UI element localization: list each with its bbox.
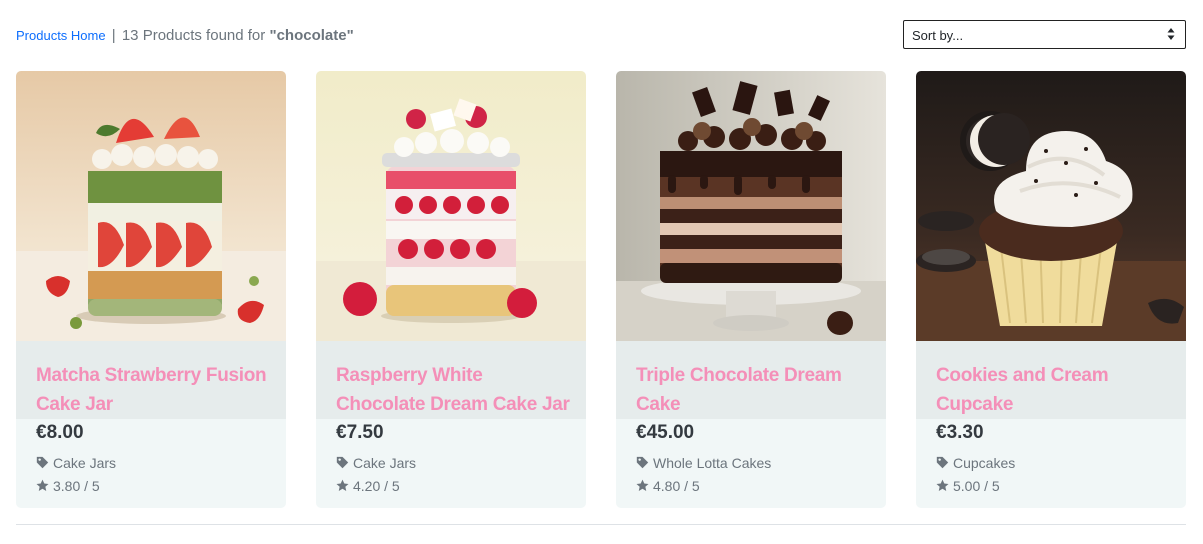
product-card[interactable]: Cookies and Cream Cupcake €3.30 Cupcakes…	[916, 71, 1186, 508]
product-search-page: Products Home | 13 Products found for "c…	[0, 0, 1203, 544]
breadcrumb-separator: |	[111, 27, 116, 44]
products-home-link[interactable]: Products Home	[16, 28, 106, 43]
product-price: €3.30	[936, 422, 984, 443]
product-grid: Matcha Strawberry Fusion Cake Jar €8.00 …	[16, 71, 1186, 508]
product-title[interactable]: Triple Chocolate Dream Cake	[636, 361, 872, 419]
star-icon	[936, 479, 949, 491]
rating-value: 5.00 / 5	[953, 478, 1000, 494]
category-label: Cake Jars	[53, 455, 117, 471]
product-category: Cupcakes	[936, 455, 1015, 471]
product-title[interactable]: Matcha Strawberry Fusion Cake Jar	[36, 361, 272, 419]
product-price: €7.50	[336, 422, 384, 443]
product-image[interactable]	[916, 71, 1186, 341]
category-label: Cake Jars	[353, 455, 417, 471]
product-category: Cake Jars	[336, 455, 416, 471]
product-card[interactable]: Raspberry White Chocolate Dream Cake Jar…	[316, 71, 586, 508]
product-price: €45.00	[636, 422, 695, 443]
tag-icon	[36, 456, 49, 469]
breadcrumb: Products Home | 13 Products found for "c…	[16, 26, 354, 46]
product-image[interactable]	[616, 71, 886, 341]
tag-icon	[336, 456, 349, 469]
tag-icon	[936, 456, 949, 469]
product-rating: 4.20 / 5	[336, 478, 400, 494]
product-image[interactable]	[16, 71, 286, 341]
star-icon	[636, 479, 649, 491]
rating-value: 3.80 / 5	[53, 478, 100, 494]
tag-icon	[636, 456, 649, 469]
product-price: €8.00	[36, 422, 84, 443]
product-category: Whole Lotta Cakes	[636, 455, 771, 471]
category-label: Cupcakes	[953, 455, 1016, 471]
product-rating: 4.80 / 5	[636, 478, 700, 494]
rating-value: 4.80 / 5	[653, 478, 700, 494]
rating-value: 4.20 / 5	[353, 478, 400, 494]
product-category: Cake Jars	[36, 455, 116, 471]
product-card[interactable]: Triple Chocolate Dream Cake €45.00 Whole…	[616, 71, 886, 508]
search-query: "chocolate"	[269, 27, 354, 44]
results-header: Products Home | 13 Products found for "c…	[16, 20, 1186, 50]
star-icon	[336, 479, 349, 491]
product-image[interactable]	[316, 71, 586, 341]
product-title[interactable]: Cookies and Cream Cupcake	[936, 361, 1172, 419]
product-title[interactable]: Raspberry White Chocolate Dream Cake Jar	[336, 361, 572, 419]
section-divider	[16, 524, 1186, 525]
product-card[interactable]: Matcha Strawberry Fusion Cake Jar €8.00 …	[16, 71, 286, 508]
sort-arrows-icon	[1167, 28, 1175, 40]
star-icon	[36, 479, 49, 491]
product-rating: 5.00 / 5	[936, 478, 1000, 494]
sort-selected-label: Sort by...	[912, 28, 964, 43]
product-rating: 3.80 / 5	[36, 478, 100, 494]
category-label: Whole Lotta Cakes	[653, 455, 772, 471]
results-count: 13 Products found for	[121, 27, 266, 44]
sort-dropdown[interactable]: Sort by...	[903, 20, 1186, 49]
